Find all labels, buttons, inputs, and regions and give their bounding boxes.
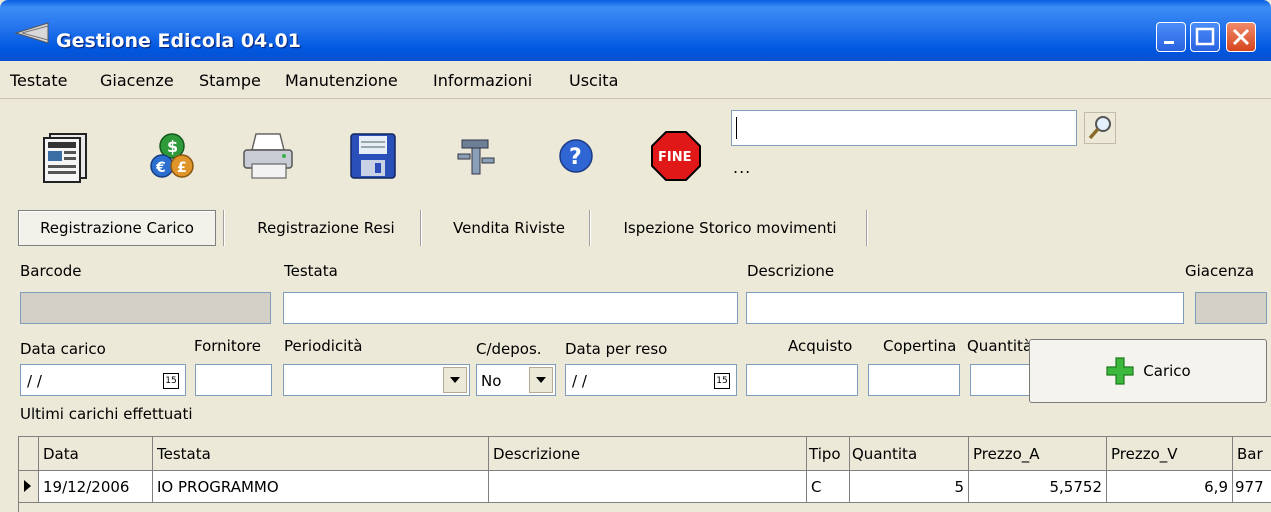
column-header-prezzo-a[interactable]: Prezzo_A bbox=[969, 437, 1107, 471]
search-icon bbox=[1088, 116, 1111, 140]
testata-field[interactable] bbox=[283, 292, 738, 324]
data-carico-label: Data carico bbox=[20, 340, 106, 358]
chevron-down-icon[interactable] bbox=[443, 367, 467, 393]
stop-label: FINE bbox=[658, 150, 691, 165]
column-header-data[interactable]: Data bbox=[39, 437, 153, 471]
table-cell-quantita[interactable]: 5 bbox=[850, 471, 969, 503]
newspaper-icon[interactable] bbox=[38, 128, 94, 184]
table-cell-data[interactable]: 19/12/2006 bbox=[39, 471, 153, 503]
quantita-label: Quantità bbox=[967, 337, 1033, 355]
close-icon bbox=[1232, 28, 1250, 46]
recent-loads-label: Ultimi carichi effettuati bbox=[20, 405, 193, 423]
menu-stampe[interactable]: Stampe bbox=[199, 71, 261, 90]
data-reso-value: / / bbox=[572, 372, 587, 390]
app-icon bbox=[14, 22, 49, 44]
table-cell-descrizione[interactable] bbox=[489, 471, 807, 503]
tab-separator bbox=[420, 210, 422, 246]
tab-registrazione-resi[interactable]: Registrazione Resi bbox=[232, 210, 420, 246]
acquisto-label: Acquisto bbox=[788, 337, 853, 355]
minimize-button[interactable] bbox=[1156, 22, 1186, 52]
recent-loads-table[interactable]: Data Testata Descrizione Tipo Quantita P… bbox=[18, 436, 1271, 512]
chevron-down-icon[interactable] bbox=[529, 367, 553, 393]
close-button[interactable] bbox=[1226, 22, 1256, 52]
descrizione-field[interactable] bbox=[746, 292, 1184, 324]
floppy-save-icon[interactable] bbox=[345, 128, 401, 184]
tab-vendita-riviste[interactable]: Vendita Riviste bbox=[428, 210, 590, 246]
minimize-icon bbox=[1164, 41, 1174, 44]
tab-registrazione-carico[interactable]: Registrazione Carico bbox=[18, 210, 216, 246]
tab-ispezione-storico[interactable]: Ispezione Storico movimenti bbox=[596, 210, 864, 246]
svg-text:$: $ bbox=[167, 137, 178, 156]
maximize-button[interactable] bbox=[1190, 22, 1220, 52]
calendar-icon[interactable]: 15 bbox=[163, 373, 179, 389]
fornitore-field[interactable] bbox=[195, 364, 272, 396]
copertina-label: Copertina bbox=[883, 337, 957, 355]
tab-separator bbox=[223, 210, 225, 246]
tab-separator bbox=[589, 210, 591, 246]
menu-testate[interactable]: Testate bbox=[10, 71, 67, 90]
copertina-field[interactable] bbox=[868, 364, 960, 396]
plus-icon bbox=[1106, 357, 1134, 385]
menu-giacenze[interactable]: Giacenze bbox=[100, 71, 174, 90]
data-reso-field[interactable]: / / 15 bbox=[565, 364, 737, 396]
column-header-quantita[interactable]: Quantita bbox=[850, 437, 969, 471]
testata-label: Testata bbox=[284, 262, 338, 280]
status-text: ... bbox=[733, 158, 752, 177]
search-button[interactable] bbox=[1084, 112, 1116, 144]
table-cell-barcode[interactable]: 977 bbox=[1233, 471, 1271, 503]
title-bar[interactable]: Gestione Edicola 04.01 bbox=[0, 0, 1271, 61]
tab-separator bbox=[866, 210, 868, 246]
row-header-corner bbox=[19, 437, 39, 471]
giacenza-label: Giacenza bbox=[1185, 262, 1255, 280]
cdepos-select[interactable]: No bbox=[476, 364, 556, 396]
maximize-icon bbox=[1195, 27, 1215, 46]
descrizione-label: Descrizione bbox=[747, 262, 835, 280]
table-cell-prezzo-v[interactable]: 6,9 bbox=[1107, 471, 1233, 503]
periodicita-label: Periodicità bbox=[284, 337, 363, 355]
menu-bar: Testate Giacenze Stampe Manutenzione Inf… bbox=[0, 61, 1271, 99]
stop-fine-icon[interactable]: FINE bbox=[648, 128, 704, 184]
data-reso-label: Data per reso bbox=[565, 340, 668, 358]
svg-text:£: £ bbox=[177, 160, 187, 176]
svg-text:?: ? bbox=[569, 145, 582, 170]
barcode-field[interactable] bbox=[20, 292, 271, 324]
text-cursor bbox=[736, 117, 737, 139]
row-pointer-icon bbox=[24, 480, 31, 492]
data-carico-value: / / bbox=[27, 372, 42, 390]
carico-button-label: Carico bbox=[1143, 362, 1191, 380]
row-indicator[interactable] bbox=[19, 471, 39, 503]
giacenza-field bbox=[1195, 292, 1267, 324]
menu-uscita[interactable]: Uscita bbox=[569, 71, 618, 90]
fornitore-label: Fornitore bbox=[194, 337, 261, 355]
carico-button[interactable]: Carico bbox=[1029, 339, 1267, 403]
search-input[interactable] bbox=[731, 110, 1077, 146]
menu-informazioni[interactable]: Informazioni bbox=[433, 71, 532, 90]
column-header-descrizione[interactable]: Descrizione bbox=[489, 437, 807, 471]
data-carico-field[interactable]: / / 15 bbox=[20, 364, 186, 396]
window-title: Gestione Edicola 04.01 bbox=[56, 30, 301, 52]
acquisto-field[interactable] bbox=[746, 364, 858, 396]
table-cell-tipo[interactable]: C bbox=[807, 471, 850, 503]
column-header-testata[interactable]: Testata bbox=[153, 437, 489, 471]
cdepos-label: C/depos. bbox=[476, 340, 542, 358]
table-cell-prezzo-a[interactable]: 5,5752 bbox=[969, 471, 1107, 503]
barcode-label: Barcode bbox=[20, 262, 82, 280]
menu-manutenzione[interactable]: Manutenzione bbox=[285, 71, 398, 90]
column-header-prezzo-v[interactable]: Prezzo_V bbox=[1107, 437, 1233, 471]
column-header-barcode[interactable]: Bar bbox=[1233, 437, 1271, 471]
currency-icon[interactable]: $ € £ bbox=[142, 128, 198, 184]
tools-icon[interactable] bbox=[448, 128, 504, 184]
cdepos-value: No bbox=[481, 372, 502, 390]
periodicita-select[interactable] bbox=[283, 364, 470, 396]
table-cell-testata[interactable]: IO PROGRAMMO bbox=[153, 471, 489, 503]
help-icon[interactable]: ? bbox=[548, 128, 604, 184]
calendar-icon[interactable]: 15 bbox=[714, 373, 730, 389]
printer-icon[interactable] bbox=[240, 128, 296, 184]
svg-text:€: € bbox=[155, 160, 166, 176]
column-header-tipo[interactable]: Tipo bbox=[807, 437, 850, 471]
